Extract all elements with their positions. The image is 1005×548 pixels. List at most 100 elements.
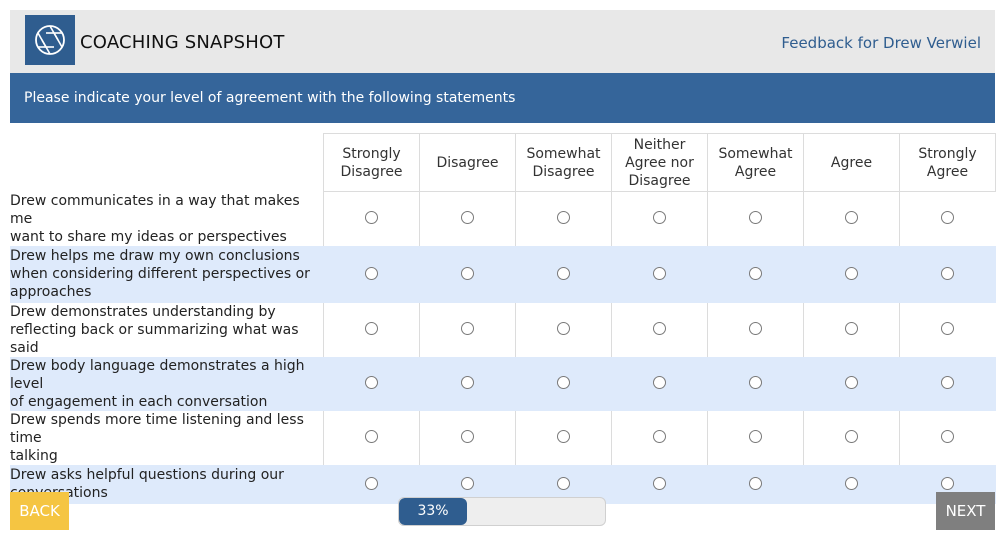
feedback-recipient: Feedback for Drew Verwiel [781,34,981,52]
radio-button[interactable] [653,211,666,225]
radio-cell [323,410,420,465]
scale-label-line: Somewhat [526,145,601,162]
scale-label-line: Agree [830,154,873,171]
statement-line: want to share my ideas or perspectives [10,228,287,245]
radio-cell [419,245,516,303]
statement-line: reflecting back or summarizing what was … [10,321,299,356]
radio-button[interactable] [749,376,762,389]
radio-button[interactable] [365,476,378,490]
radio-button[interactable] [365,430,378,443]
radio-button[interactable] [461,266,474,280]
statement-row: Drew body language demonstrates a high l… [10,356,996,411]
radio-button[interactable] [845,430,858,443]
radio-button[interactable] [941,476,955,490]
radio-cell [803,356,900,411]
progress-label: 33% [417,503,449,519]
statement-row: Drew helps me draw my own conclusions wh… [10,245,996,303]
radio-cell [707,464,804,504]
scale-label-line: Agree nor [625,154,694,171]
radio-cell [323,356,420,411]
statement-line: Drew asks helpful questions during our [10,467,284,483]
back-button[interactable]: BACK [10,492,69,530]
radio-button[interactable] [365,266,378,280]
progress-bar: 33% [398,497,606,526]
scale-label-line: Somewhat [718,145,793,162]
scale-label-line: Strongly [342,145,401,162]
app-title: COACHING SNAPSHOT [80,32,285,53]
scale-option-strongly-agree: Strongly Agree [899,133,996,192]
radio-button[interactable] [653,430,666,443]
radio-button[interactable] [749,322,762,335]
radio-button[interactable] [557,430,570,443]
scale-option-disagree: Disagree [419,133,516,192]
scale-label-line: Agree [734,163,777,180]
radio-button[interactable] [941,376,955,389]
radio-cell [803,245,900,303]
next-button[interactable]: NEXT [936,492,995,530]
scale-option-neither: Neither Agree nor Disagree [611,133,708,192]
scale-option-somewhat-agree: Somewhat Agree [707,133,804,192]
radio-cell [515,356,612,411]
radio-button[interactable] [653,376,666,389]
radio-button[interactable] [845,376,858,389]
scale-label-line: Neither [633,136,686,153]
statement-text: Drew helps me draw my own conclusions wh… [10,245,324,303]
scale-label-line: Disagree [436,154,499,171]
radio-button[interactable] [365,322,378,335]
radio-button[interactable] [749,211,762,225]
radio-cell [515,302,612,357]
radio-button[interactable] [845,476,858,490]
radio-cell [611,356,708,411]
statement-line: of engagement in each conversation [10,393,268,410]
radio-button[interactable] [941,211,955,225]
radio-cell [515,191,612,246]
radio-button[interactable] [749,430,762,443]
radio-cell [515,245,612,303]
radio-cell [899,302,996,357]
radio-button[interactable] [557,266,570,280]
radio-button[interactable] [845,211,858,225]
radio-button[interactable] [557,476,570,490]
scale-option-agree: Agree [803,133,900,192]
radio-button[interactable] [557,322,570,335]
scale-label-line: Disagree [340,163,403,180]
radio-button[interactable] [653,266,666,280]
statement-line: Drew spends more time listening and less… [10,411,304,446]
radio-button[interactable] [461,430,474,443]
radio-button[interactable] [461,211,474,225]
radio-button[interactable] [653,476,666,490]
radio-cell [707,302,804,357]
radio-button[interactable] [845,266,858,280]
radio-cell [611,245,708,303]
statement-line: talking [10,447,58,464]
scale-label-line: Disagree [532,163,595,180]
radio-button[interactable] [749,476,762,490]
radio-button[interactable] [461,322,474,335]
statement-row: Drew communicates in a way that makes me… [10,191,996,246]
radio-button[interactable] [653,322,666,335]
scale-label-line: Strongly [918,145,977,162]
radio-button[interactable] [461,376,474,389]
radio-button[interactable] [941,322,955,335]
radio-cell [899,410,996,465]
radio-button[interactable] [461,476,474,490]
scale-header-row: Strongly Disagree Disagree Somewhat Disa… [10,133,996,192]
radio-button[interactable] [557,376,570,389]
radio-button[interactable] [845,322,858,335]
statement-text: Drew spends more time listening and less… [10,410,324,465]
radio-cell [899,245,996,303]
instructions-banner: Please indicate your level of agreement … [10,73,995,123]
radio-button[interactable] [941,430,955,443]
radio-cell [707,191,804,246]
radio-cell [419,191,516,246]
radio-button[interactable] [749,266,762,280]
statement-line: Drew demonstrates understanding by [10,303,276,320]
radio-cell [803,191,900,246]
instructions-text: Please indicate your level of agreement … [24,90,516,106]
radio-button[interactable] [557,211,570,225]
scale-option-strongly-disagree: Strongly Disagree [323,133,420,192]
radio-button[interactable] [365,211,378,225]
radio-button[interactable] [941,266,955,280]
statement-text: Drew demonstrates understanding by refle… [10,302,324,357]
radio-button[interactable] [365,376,378,389]
